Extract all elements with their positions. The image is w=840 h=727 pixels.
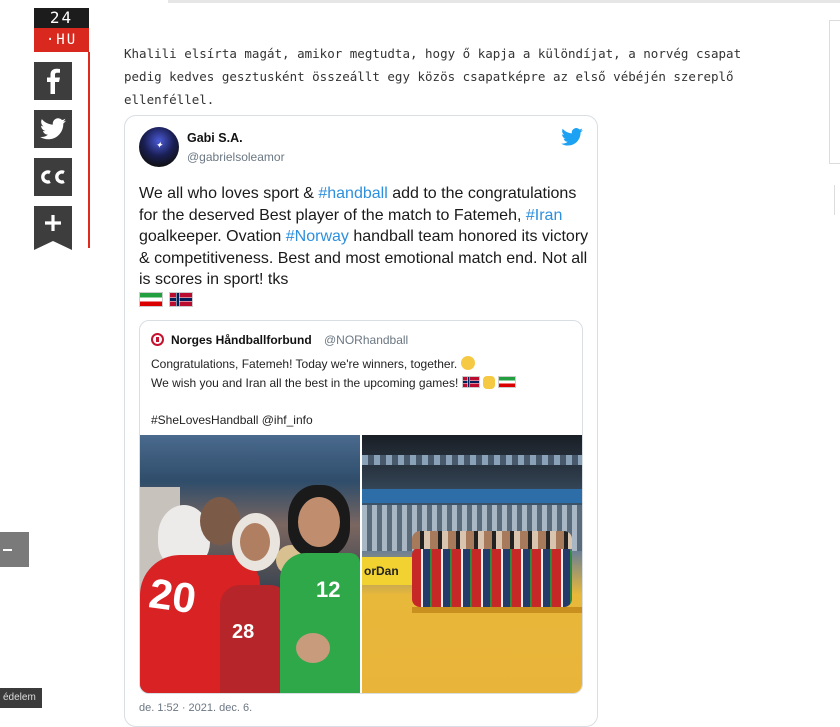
court-line — [412, 607, 582, 613]
handshake-emoji-icon — [482, 375, 495, 389]
hashtag-norway[interactable]: #Norway — [286, 228, 349, 245]
facebook-share-button[interactable] — [34, 62, 72, 100]
tweet-text-part: We all who loves sport & — [139, 185, 319, 202]
tweet-author-name[interactable]: Gabi S.A. — [187, 131, 243, 145]
quoted-tweet-text: Congratulations, Fatemeh! Today we're wi… — [151, 355, 571, 429]
photo-figure — [296, 633, 330, 663]
photo-figure — [240, 523, 270, 561]
right-side-panel — [829, 20, 840, 164]
jersey-number: 20 — [146, 569, 199, 623]
user-avatar[interactable]: ✦ — [139, 127, 179, 167]
stadium-seats — [362, 455, 582, 465]
norway-flag-icon — [169, 291, 193, 307]
plus-icon — [34, 206, 72, 250]
photo-team-picture[interactable]: orDan — [362, 435, 582, 693]
tweet-text: We all who loves sport & #handball add t… — [139, 183, 589, 312]
star-struck-emoji-icon — [460, 356, 475, 370]
photo-figure — [280, 553, 360, 693]
arena-banner: orDan — [362, 557, 414, 585]
photo-figure — [298, 497, 340, 547]
facebook-icon — [47, 68, 60, 94]
more-share-button[interactable] — [34, 206, 72, 250]
team-group-heads — [412, 531, 572, 549]
iran-flag-icon — [497, 375, 516, 388]
hashtag-iran[interactable]: #Iran — [526, 207, 562, 224]
cookie-notice[interactable]: édelem — [0, 688, 42, 708]
embedded-tweet[interactable]: ✦ Gabi S.A. @gabrielsoleamor We all who … — [124, 115, 598, 727]
tweet-author-handle[interactable]: @gabrielsoleamor — [187, 150, 285, 164]
twitter-share-button[interactable] — [34, 110, 72, 148]
quoted-line: We wish you and Iran all the best in the… — [151, 375, 459, 390]
browser-top-edge — [168, 0, 840, 3]
federation-logo-icon — [151, 333, 164, 346]
cc-share-button[interactable] — [34, 158, 72, 196]
avatar-art: ✦ — [155, 141, 163, 151]
photo-iran-players[interactable]: 20 28 12 — [140, 435, 360, 693]
article-paragraph: Khalili elsírta magát, amikor megtudta, … — [124, 46, 742, 107]
cc-icon — [41, 170, 65, 184]
norway-flag-icon — [461, 375, 480, 388]
twitter-bird-icon[interactable] — [561, 128, 583, 146]
logo-number: 24 — [34, 8, 89, 28]
share-bar-divider — [88, 52, 90, 248]
quoted-hashtags[interactable]: #SheLovesHandball @ihf_info — [151, 413, 313, 427]
quoted-line: Congratulations, Fatemeh! Today we're wi… — [151, 357, 458, 371]
quoted-author-name[interactable]: Norges Håndballforbund — [171, 333, 312, 347]
twitter-icon — [40, 118, 66, 140]
stadium-banner — [362, 489, 582, 503]
iran-flag-icon — [139, 291, 163, 307]
quoted-author-handle[interactable]: @NORhandball — [324, 333, 408, 347]
tweet-text-part: goalkeeper. Ovation — [139, 228, 286, 245]
jersey-number: 12 — [316, 577, 341, 602]
right-side-divider — [834, 185, 835, 215]
hashtag-handball[interactable]: #handball — [318, 185, 387, 202]
tweet-date[interactable]: de. 1:52 · 2021. dec. 6. — [139, 702, 252, 714]
jersey-number: 28 — [232, 621, 255, 643]
site-logo[interactable]: 24 ·HU — [34, 8, 89, 52]
side-collapse-tab[interactable] — [0, 532, 29, 567]
team-group — [412, 547, 572, 607]
logo-domain: ·HU — [34, 28, 89, 52]
quoted-tweet[interactable]: Norges Håndballforbund @NORhandball Cong… — [139, 320, 583, 694]
